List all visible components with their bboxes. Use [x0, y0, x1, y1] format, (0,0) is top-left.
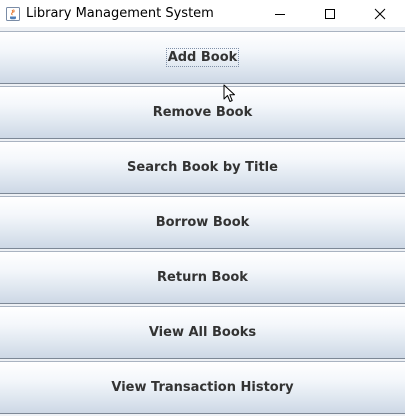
minimize-icon [275, 13, 285, 15]
maximize-icon [325, 8, 335, 19]
title-bar[interactable]: Library Management System [0, 0, 405, 27]
view-all-books-label: View All Books [148, 325, 257, 340]
add-book-button[interactable]: Add Book [0, 31, 405, 84]
close-button[interactable] [355, 0, 405, 27]
maximize-button[interactable] [305, 0, 355, 27]
minimize-button[interactable] [255, 0, 305, 27]
borrow-book-button[interactable]: Borrow Book [0, 196, 405, 249]
mouse-cursor-icon [223, 84, 235, 102]
view-transaction-history-label: View Transaction History [111, 380, 294, 395]
search-book-button[interactable]: Search Book by Title [0, 141, 405, 194]
return-book-label: Return Book [157, 270, 248, 285]
remove-book-button[interactable]: Remove Book [0, 86, 405, 139]
remove-book-label: Remove Book [152, 105, 253, 120]
java-icon[interactable] [6, 6, 20, 21]
window-title: Library Management System [26, 6, 214, 21]
view-all-books-button[interactable]: View All Books [0, 306, 405, 359]
close-icon [374, 8, 386, 19]
search-book-label: Search Book by Title [127, 160, 278, 175]
add-book-label: Add Book [165, 48, 240, 67]
window-controls [255, 0, 405, 27]
borrow-book-label: Borrow Book [155, 215, 250, 230]
view-transaction-history-button[interactable]: View Transaction History [0, 361, 405, 414]
app-window: Library Management System Add Book Remov… [0, 0, 405, 416]
return-book-button[interactable]: Return Book [0, 251, 405, 304]
